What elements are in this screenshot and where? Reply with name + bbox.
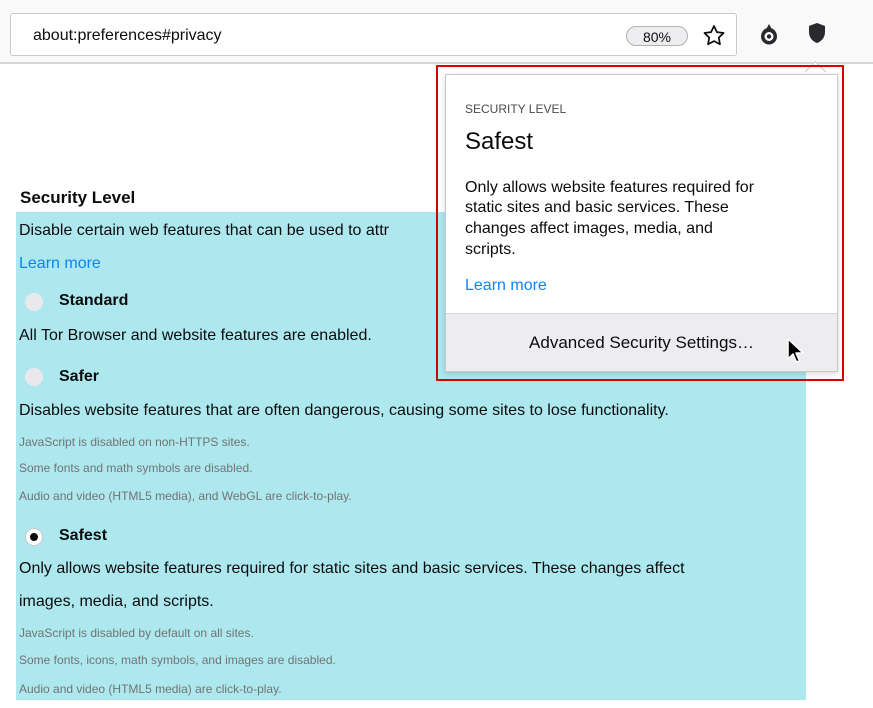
safer-description: Disables website features that are often… xyxy=(19,402,669,419)
url-bar[interactable]: about:preferences#privacy 80% xyxy=(10,13,737,56)
safest-note: Audio and video (HTML5 media) are click-… xyxy=(19,682,282,696)
safest-note: Some fonts, icons, math symbols, and ima… xyxy=(19,653,336,667)
standard-label[interactable]: Standard xyxy=(59,292,128,310)
url-text[interactable]: about:preferences#privacy xyxy=(33,27,222,45)
safer-label[interactable]: Safer xyxy=(59,368,99,386)
radio-selected-dot xyxy=(30,533,38,541)
star-icon[interactable] xyxy=(701,23,727,49)
security-description: Disable certain web features that can be… xyxy=(19,222,389,239)
shield-icon[interactable] xyxy=(805,21,829,45)
safest-label[interactable]: Safest xyxy=(59,527,107,545)
learn-more-link[interactable]: Learn more xyxy=(19,255,101,273)
zoom-badge[interactable]: 80% xyxy=(626,26,688,46)
radio-standard[interactable] xyxy=(25,293,43,311)
safer-note: Audio and video (HTML5 media), and WebGL… xyxy=(19,489,352,503)
safer-note: Some fonts and math symbols are disabled… xyxy=(19,461,253,475)
browser-toolbar: about:preferences#privacy 80% xyxy=(0,0,873,64)
safest-note: JavaScript is disabled by default on all… xyxy=(19,626,254,640)
highlight-frame xyxy=(436,65,844,381)
safest-description-line2: images, media, and scripts. xyxy=(19,593,214,610)
radio-safer[interactable] xyxy=(25,368,43,386)
safer-note: JavaScript is disabled on non-HTTPS site… xyxy=(19,435,250,449)
security-level-title: Security Level xyxy=(20,188,136,207)
onion-icon[interactable] xyxy=(757,22,781,46)
radio-safest[interactable] xyxy=(25,528,43,546)
safest-description-line1: Only allows website features required fo… xyxy=(19,560,685,577)
standard-description: All Tor Browser and website features are… xyxy=(19,327,372,344)
mouse-pointer-icon xyxy=(787,338,804,363)
